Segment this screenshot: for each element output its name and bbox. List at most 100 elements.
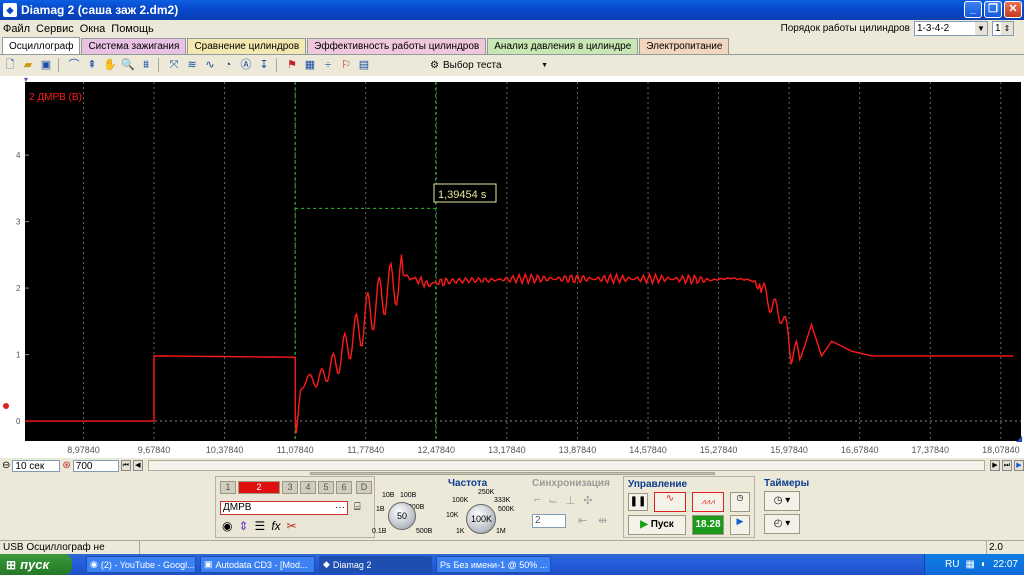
wave-icon[interactable]: ≋ (184, 57, 200, 73)
channel-button-2[interactable]: 2 (238, 481, 280, 494)
seek-end-button[interactable]: ⏭ (1002, 460, 1012, 471)
menu-file[interactable]: Файл (0, 23, 33, 35)
play-button[interactable]: ▶ (1014, 460, 1024, 471)
test-icon: ⚙ (430, 59, 439, 71)
task-youtube[interactable]: ◉ (2) - YouTube - Googl... (86, 556, 196, 573)
volume-icon[interactable]: ◐ (981, 559, 987, 570)
task-autodata[interactable]: ▣ Autodata CD3 - [Mod... (200, 556, 315, 573)
tab-cylinder-pressure[interactable]: Анализ давления в цилиндре (487, 38, 639, 54)
auto-icon[interactable]: Ⓐ (238, 57, 254, 73)
points-select[interactable]: 700 (72, 459, 119, 472)
control-group: Управление ❚❚ ∿ ⩘⩘⩘ ◷ ▶ Пуск 18.28 ▶ (623, 476, 755, 538)
eye-icon[interactable]: ◉ (222, 519, 232, 533)
auto-play-button[interactable]: ▶ (730, 515, 750, 535)
document-icon[interactable]: ▤ (356, 57, 372, 73)
menu-help[interactable]: Помощь (108, 23, 157, 35)
sync-shift-icon[interactable]: ⇤ (578, 514, 587, 527)
cylinder-order-select[interactable]: 1-3-4-2 ▼ (914, 21, 988, 36)
task-photoshop[interactable]: Ps Без имени-1 @ 50% ... (436, 556, 551, 573)
start-button[interactable]: ⊞ пуск (0, 554, 72, 575)
channel-name-field[interactable]: ДМРВ ··· (220, 501, 348, 515)
sensor-select-icon[interactable]: ⌸ (354, 501, 361, 514)
minimize-icon[interactable]: _ (964, 1, 982, 18)
freq-label-333k: 333K (494, 497, 511, 504)
maximize-icon[interactable]: ❐ (984, 1, 1002, 18)
start-button[interactable]: ▶ Пуск (628, 515, 686, 535)
autodata-icon: ▣ (204, 559, 213, 569)
gauge-icon[interactable]: ◔ (220, 57, 236, 73)
divide-icon[interactable]: ÷ (320, 57, 336, 73)
auto-clock-button[interactable]: ◷ (730, 492, 750, 512)
tools-icon[interactable]: ✂ (287, 519, 297, 533)
filter-icon[interactable]: ⩩ (138, 57, 154, 73)
oscilloscope-chart[interactable]: 1 2 3 4 0 8,97840 9,67840 10,37840 11,07840 11,7… (0, 76, 1024, 458)
tab-power-supply[interactable]: Электропитание (639, 38, 730, 54)
zero-level-marker[interactable] (3, 403, 9, 409)
time-scale-select[interactable]: 10 сек (12, 459, 61, 472)
channel-button-6[interactable]: 6 (336, 481, 352, 494)
sync-center-icon[interactable]: ⇹ (598, 514, 607, 527)
marker-icon[interactable]: ⚑ (284, 57, 300, 73)
channel-button-5[interactable]: 5 (318, 481, 334, 494)
oscilloscope-view[interactable]: 1 2 3 4 0 8,97840 9,67840 10,37840 11,07840 11,7… (0, 76, 1024, 458)
flag-icon[interactable]: ⚐ (338, 57, 354, 73)
task-diamag[interactable]: ◆ Diamag 2 (319, 556, 432, 573)
frequency-group: Частота 250K 100K 333K 10K 500K 1K 1M 10… (446, 476, 520, 538)
seek-start-button[interactable]: ⏮ (120, 460, 131, 471)
step-back-button[interactable]: ◀ (132, 460, 143, 471)
zoom-icon[interactable]: 🔍 (120, 57, 136, 73)
close-icon[interactable]: ✕ (1004, 1, 1022, 18)
fit-icon[interactable]: ⤧ (166, 57, 182, 73)
scroll-right-icon[interactable]: ◢ (1016, 434, 1023, 443)
tab-oscilloscope[interactable]: Осциллограф (2, 37, 81, 54)
x-tick-label: 14,57840 (629, 445, 667, 455)
channel-button-3[interactable]: 3 (282, 481, 298, 494)
voltage-knob[interactable]: 50 (388, 502, 416, 530)
y-tick-label: 4 (16, 151, 21, 160)
freq-label-500k: 500K (498, 506, 515, 513)
timer-two-button[interactable]: ◴ ▾ (764, 514, 800, 534)
channel-button-digital[interactable]: D (356, 481, 372, 494)
test-select[interactable]: ⚙ Выбор теста ▼ (430, 57, 548, 73)
menu-windows[interactable]: Окна (77, 23, 109, 35)
sync-fall-icon[interactable]: ⌙ (548, 494, 557, 507)
lines-icon[interactable]: ☰ (255, 519, 266, 533)
save-icon[interactable]: ▣ (38, 57, 54, 73)
panel-splitter[interactable] (310, 472, 715, 475)
tab-cylinder-efficiency[interactable]: Эффективность работы цилиндров (307, 38, 487, 54)
measure-tool-icon[interactable]: ⇞ (84, 57, 100, 73)
sync-level-icon[interactable]: ⊥ (566, 494, 576, 507)
x-tick-label: 12,47840 (418, 445, 456, 455)
tab-cylinder-comparison[interactable]: Сравнение цилиндров (187, 38, 307, 54)
noise-wave-button[interactable]: ⩘⩘⩘ (692, 492, 724, 512)
table-icon[interactable]: ▦ (302, 57, 318, 73)
sync-rise-icon[interactable]: ⌐ (534, 494, 540, 507)
sync-auto-icon[interactable]: ✣ (583, 494, 592, 507)
language-indicator[interactable]: RU (945, 559, 959, 570)
timer-one-button[interactable]: ◷ ▾ (764, 491, 800, 511)
network-icon[interactable]: ▦ (965, 559, 974, 570)
time-scrollbar[interactable] (147, 460, 985, 471)
menu-service[interactable]: Сервис (33, 23, 77, 35)
new-file-icon[interactable]: 🗋 (2, 57, 18, 73)
signal-icon[interactable]: ∿ (202, 57, 218, 73)
frequency-knob[interactable]: 100K (466, 504, 496, 534)
channel-button-4[interactable]: 4 (300, 481, 316, 494)
tab-ignition-system[interactable]: Система зажигания (81, 38, 187, 54)
cursor-tool-icon[interactable]: ⌒ (66, 57, 82, 73)
sync-channel-select[interactable]: 2 (532, 514, 566, 528)
zero-icon[interactable]: ↧ (256, 57, 272, 73)
step-forward-button[interactable]: ▶ (990, 460, 1000, 471)
hand-tool-icon[interactable]: ✋ (102, 57, 118, 73)
open-folder-icon[interactable]: ▰ (20, 57, 36, 73)
invert-icon[interactable]: ⇕ (238, 519, 248, 533)
volt-label-10v: 10В (382, 492, 395, 499)
taskbar: ⊞ пуск ◉ (2) - YouTube - Googl... ▣ Autoda… (0, 554, 1024, 575)
top-marker-icon[interactable]: ▾ (24, 76, 28, 84)
formula-icon[interactable]: fx (271, 519, 280, 533)
channel-button-1[interactable]: 1 (220, 481, 236, 494)
pause-button[interactable]: ❚❚ (628, 493, 648, 511)
cylinder-number-spinner[interactable]: 1 ⇕ (992, 21, 1014, 36)
sine-wave-button[interactable]: ∿ (654, 492, 686, 512)
sync-title: Синхронизация (532, 478, 610, 489)
